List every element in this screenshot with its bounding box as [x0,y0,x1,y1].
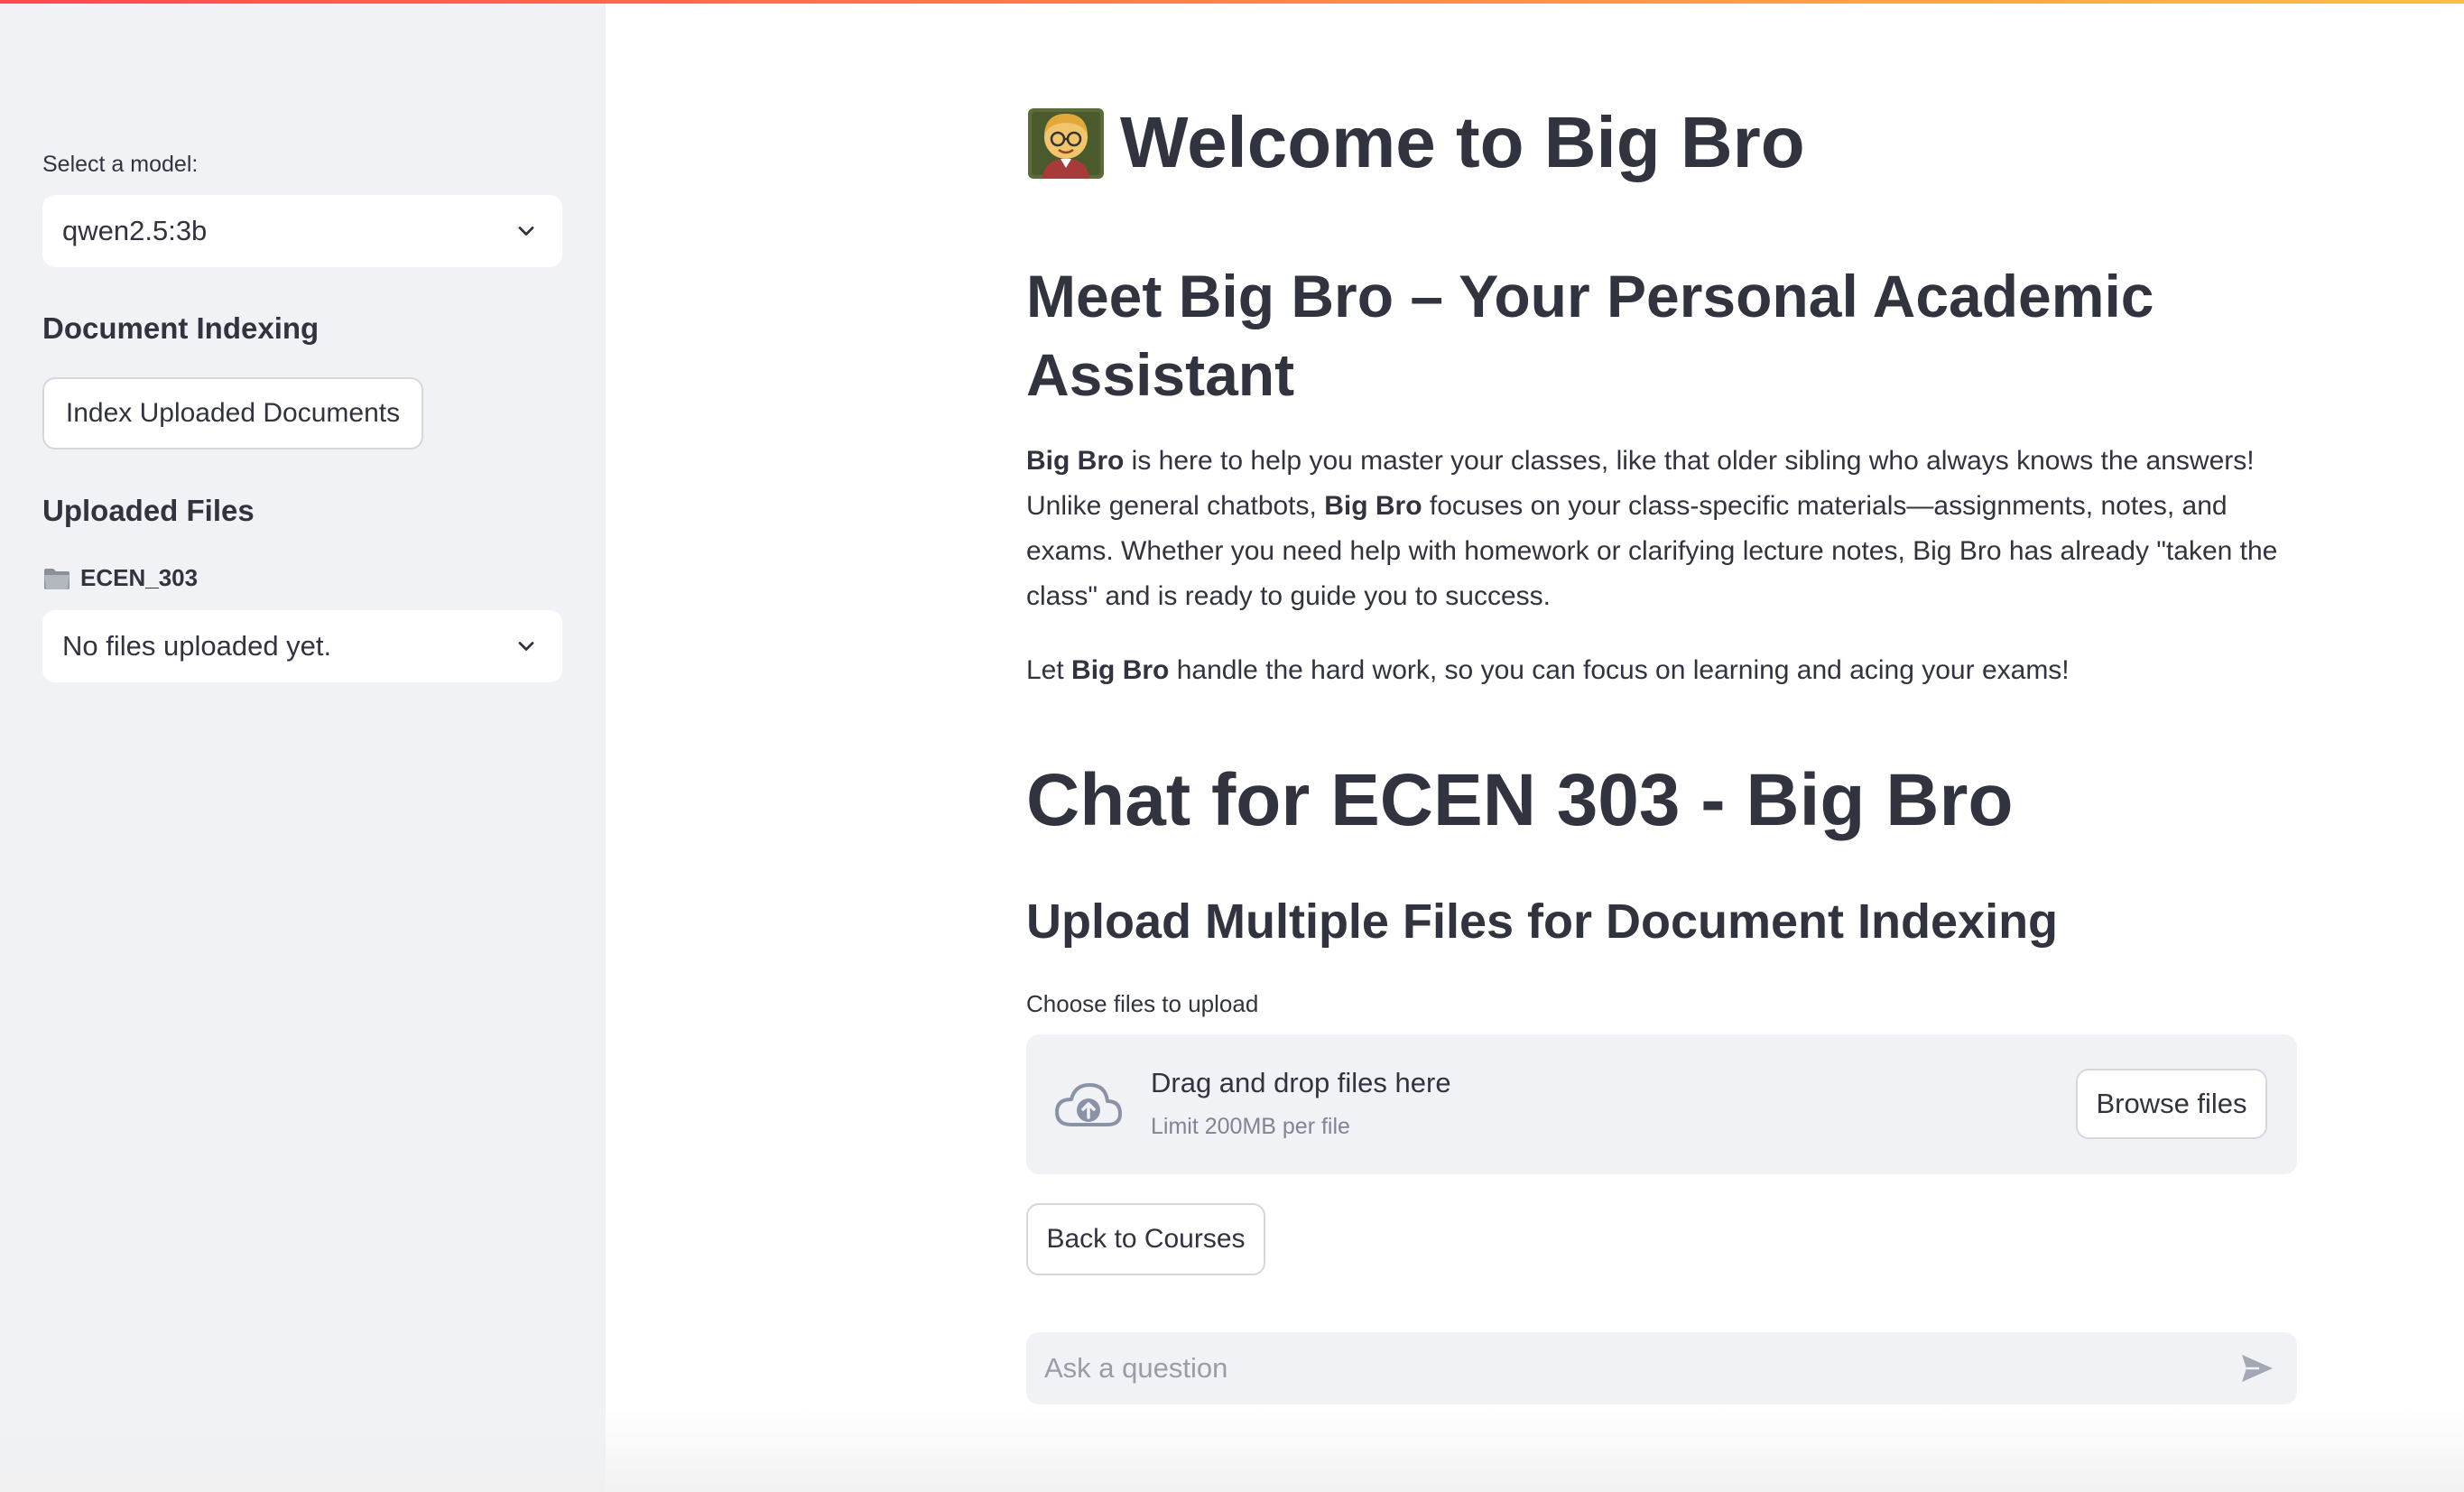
index-documents-button[interactable]: Index Uploaded Documents [42,377,423,449]
chat-input[interactable] [1042,1351,2201,1385]
uploader-label: Choose files to upload [1026,990,1259,1017]
uploaded-files-heading: Uploaded Files [42,494,255,527]
chevron-down-icon [518,642,534,651]
upload-heading: Upload Multiple Files for Document Index… [1026,894,2059,949]
document-indexing-heading: Document Indexing [42,311,320,345]
sidebar: Select a model: qwen2.5:3b Document Inde… [0,0,606,1492]
bold-text: Big Bro [1026,446,1125,476]
intro-paragraph-2: Let Big Bro handle the hard work, so you… [1026,648,2308,693]
chat-heading: Chat for ECEN 303 - Big Bro [1026,759,2014,841]
send-icon[interactable] [2239,1352,2275,1385]
teacher-emoji [1028,108,1104,179]
top-decoration-bar [0,0,2464,4]
model-select-value: qwen2.5:3b [62,215,208,246]
dropzone-limit: Limit 200MB per file [1151,1114,1350,1139]
folder-icon [44,568,69,589]
bottom-fade [0,1408,2464,1492]
back-to-courses-button[interactable]: Back to Courses [1026,1203,1265,1275]
bold-text: Big Bro [1071,655,1170,685]
browse-files-button[interactable]: Browse files [2076,1069,2267,1139]
main-area [606,0,2464,1492]
bold-text: Big Bro [1324,491,1422,521]
intro-paragraph-1: Big Bro is here to help you master your … [1026,439,2308,619]
model-select[interactable]: qwen2.5:3b [42,195,562,267]
intro-text: Let [1026,655,1072,685]
dropzone-title: Drag and drop files here [1151,1067,1451,1098]
cloud-upload-icon [1055,1083,1122,1126]
intro-text: handle the hard work, so you can focus o… [1169,655,2070,685]
model-select-label: Select a model: [42,152,199,177]
chat-input-container [1026,1332,2297,1404]
subtitle-heading: Meet Big Bro – Your Personal Academic As… [1026,263,2154,408]
file-dropzone[interactable]: Drag and drop files here Limit 200MB per… [1026,1034,2297,1174]
page-title-text: Welcome to Big Bro [1120,102,1805,182]
files-dropdown[interactable]: No files uploaded yet. [42,610,562,682]
files-dropdown-value: No files uploaded yet. [62,630,332,662]
page-title: Welcome to Big Bro [1026,101,1805,184]
chevron-down-icon [518,227,534,236]
folder-name: ECEN_303 [80,564,199,591]
folder-row: ECEN_303 [42,564,198,592]
